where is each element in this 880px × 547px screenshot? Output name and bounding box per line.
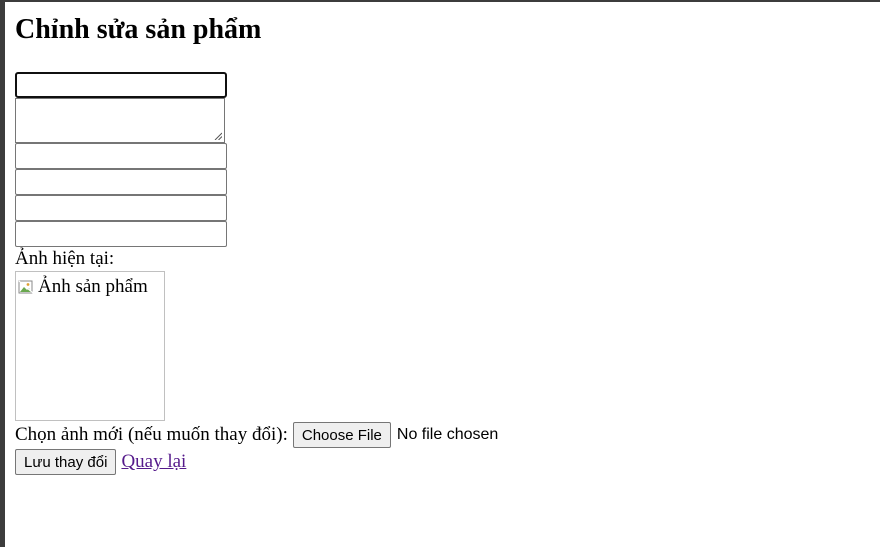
- browser-viewport: Chỉnh sửa sản phẩm Ảnh hiện tại: Ảnh sản…: [0, 0, 880, 547]
- choose-file-button[interactable]: Choose File: [292, 422, 391, 448]
- save-changes-button[interactable]: Lưu thay đổi: [15, 449, 117, 475]
- no-file-chosen-text: No file chosen: [396, 426, 499, 443]
- product-name-input[interactable]: [15, 72, 227, 98]
- product-field-4-input[interactable]: [15, 169, 227, 195]
- page-title: Chỉnh sửa sản phẩm: [15, 14, 262, 45]
- product-field-6-input[interactable]: [15, 221, 227, 247]
- product-field-5-input[interactable]: [15, 195, 227, 221]
- product-field-3-input[interactable]: [15, 143, 227, 169]
- back-link[interactable]: Quay lại: [121, 451, 186, 473]
- new-image-row: Chọn ảnh mới (nếu muốn thay đổi): Choose…: [15, 421, 498, 449]
- resize-grip-icon[interactable]: [214, 132, 222, 140]
- broken-image-placeholder: Ảnh sản phẩm: [18, 276, 148, 298]
- image-alt-text: Ảnh sản phẩm: [38, 276, 148, 297]
- broken-image-icon: [18, 280, 34, 294]
- current-product-image: Ảnh sản phẩm: [15, 271, 165, 421]
- new-image-label: Chọn ảnh mới (nếu muốn thay đổi):: [15, 424, 288, 445]
- page-content: Chỉnh sửa sản phẩm Ảnh hiện tại: Ảnh sản…: [15, 10, 498, 475]
- edit-product-form: Ảnh hiện tại: Ảnh sản phẩm Chọn ảnh mới …: [15, 72, 498, 475]
- product-description-textarea[interactable]: [15, 98, 225, 143]
- current-image-label: Ảnh hiện tại:: [15, 248, 115, 269]
- form-actions: Lưu thay đổi Quay lại: [15, 449, 498, 475]
